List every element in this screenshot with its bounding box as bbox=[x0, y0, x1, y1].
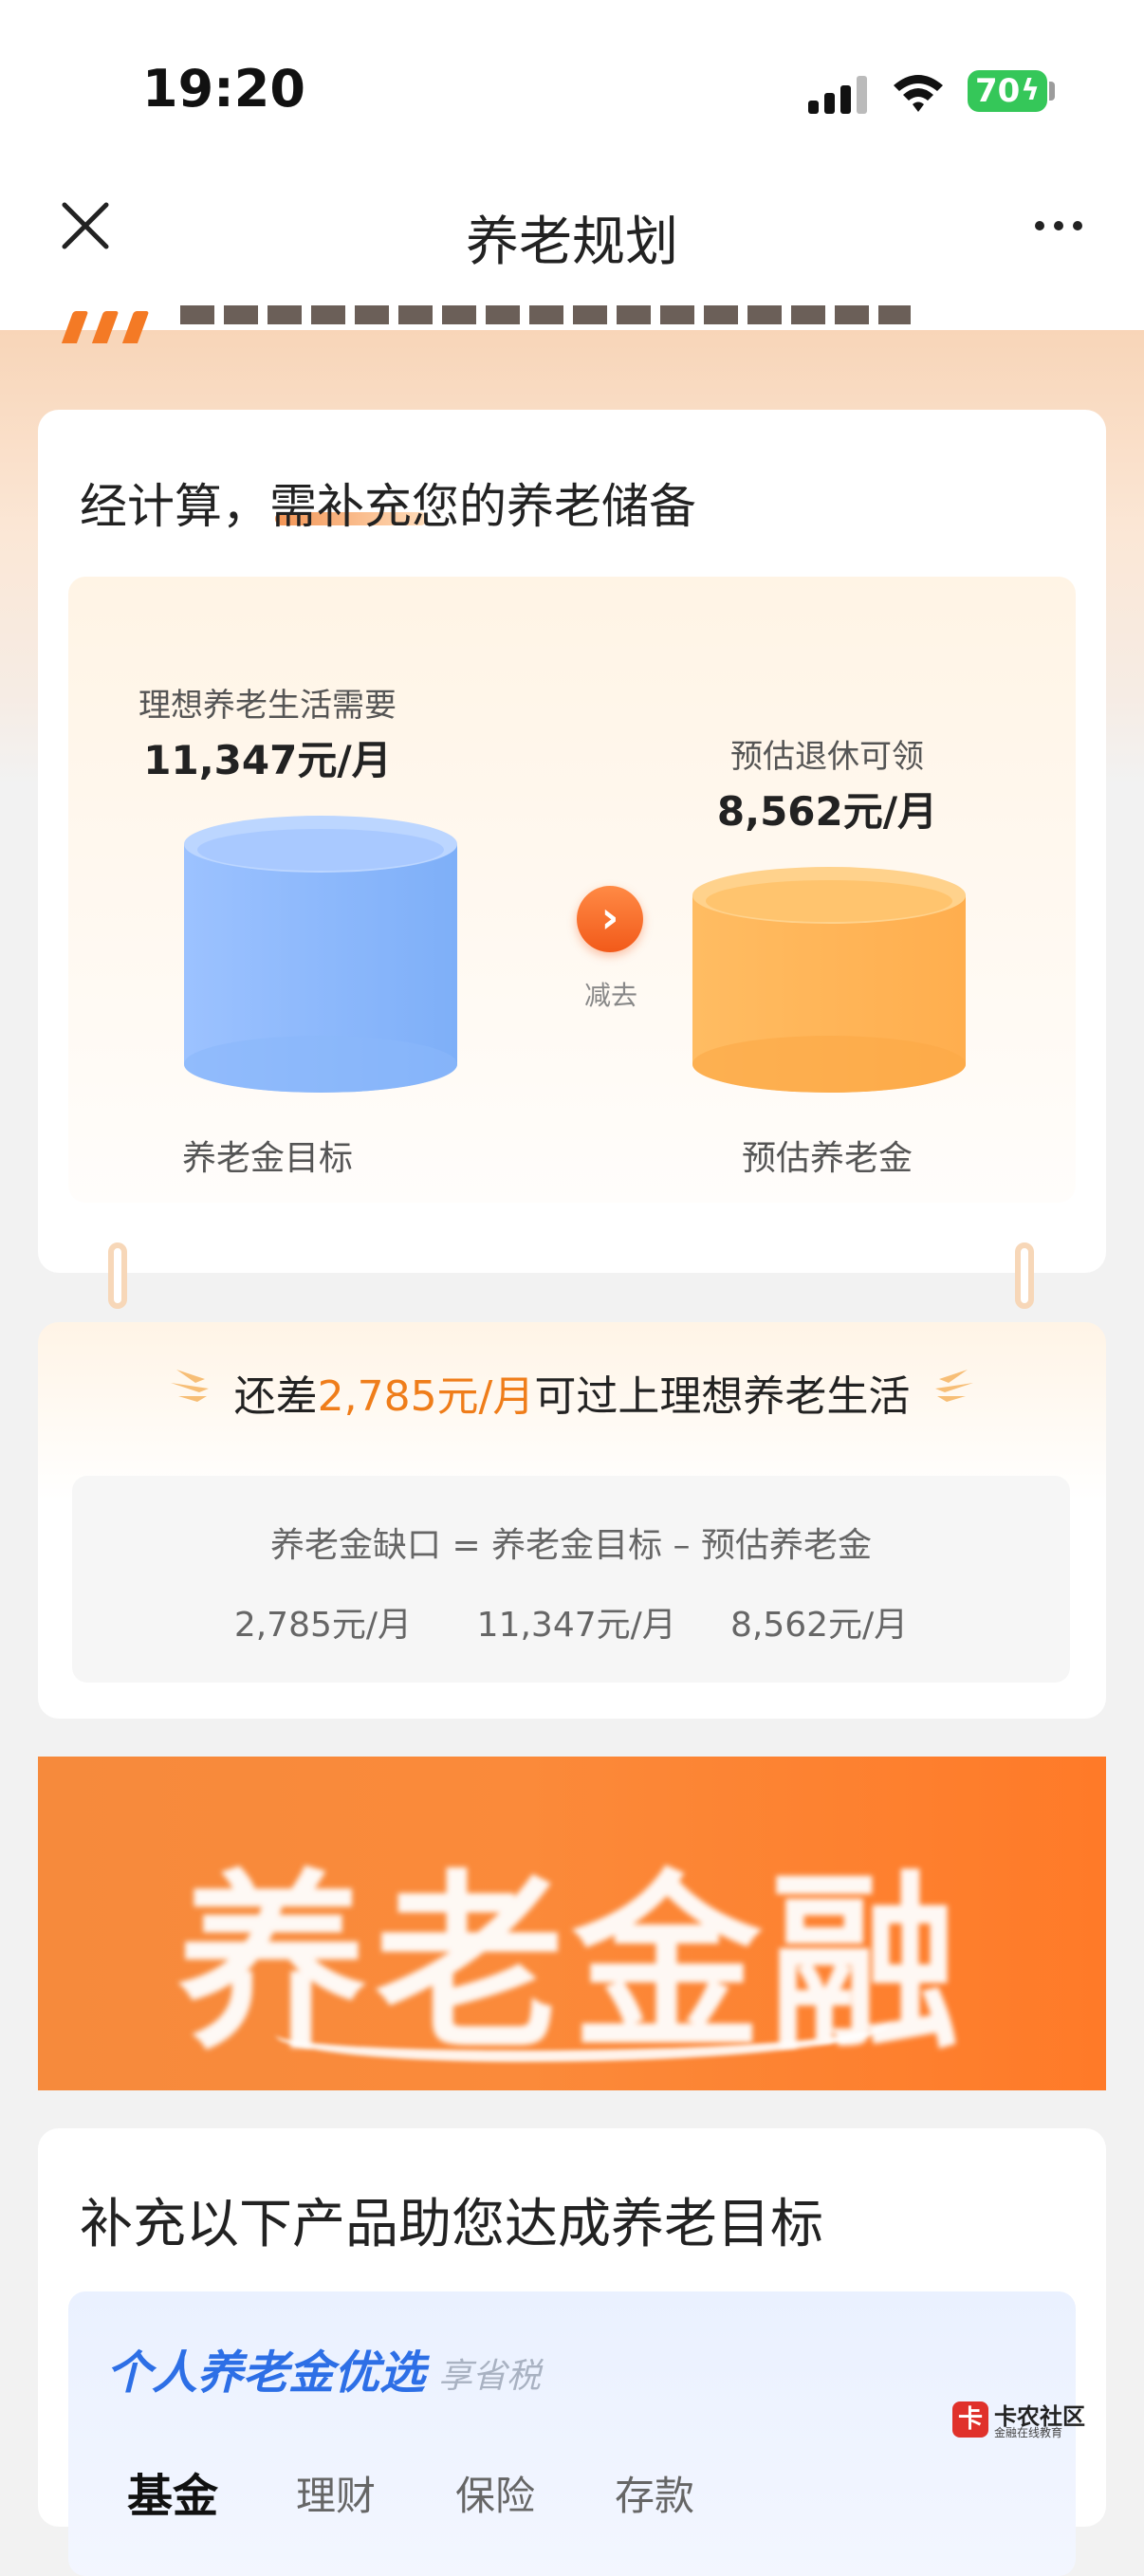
ideal-value: 11,347元/月 bbox=[143, 737, 392, 783]
page-title: 养老规划 bbox=[466, 212, 678, 273]
ideal-label: 理想养老生活需要 bbox=[138, 687, 397, 725]
card-connector-left bbox=[108, 1242, 127, 1309]
status-bar: 19:20 70 ϟ bbox=[0, 0, 1144, 180]
cellular-signal-icon bbox=[808, 74, 867, 114]
more-icon[interactable] bbox=[1032, 216, 1085, 235]
products-card: 补充以下产品助您达成养老目标 个人养老金优选 享省税 基金 理财 保险 存款 bbox=[38, 2128, 1106, 2576]
minus-arrow-icon: › bbox=[577, 886, 643, 952]
card-connector-right bbox=[1015, 1242, 1034, 1309]
comparison-panel: 理想养老生活需要 11,347元/月 预估退休可领 8,562元/月 › 减去 … bbox=[68, 577, 1076, 1203]
tab-deposit[interactable]: 存款 bbox=[615, 2464, 694, 2522]
gap-suffix: 可过上理想养老生活 bbox=[534, 1372, 911, 1421]
gap-prefix: 还差 bbox=[233, 1372, 318, 1421]
pension-cylinder bbox=[692, 867, 966, 1093]
minus-label: 减去 bbox=[583, 980, 637, 1011]
battery-icon: 70 ϟ bbox=[968, 70, 1047, 112]
status-time: 19:20 bbox=[142, 59, 305, 119]
hero-header-scrolled bbox=[57, 302, 911, 343]
products-title: 补充以下产品助您达成养老目标 bbox=[80, 2194, 823, 2255]
pension-value: 8,562元/月 bbox=[716, 788, 938, 835]
battery-level: 70 bbox=[975, 72, 1021, 110]
gap-calculation-card: 经计算，需补充您的养老储备 理想养老生活需要 11,347元/月 预估退休可领 … bbox=[38, 410, 1106, 1273]
tab-insurance[interactable]: 保险 bbox=[455, 2464, 535, 2522]
right-wing-icon bbox=[935, 1370, 973, 1402]
card-title: 经计算，需补充您的养老储备 bbox=[80, 479, 696, 534]
watermark-sub: 金融在线教育 bbox=[994, 2426, 1063, 2439]
gap-summary-card: 还差2,785元/月可过上理想养老生活 养老金缺口 = 养老金目标 – 预估养老… bbox=[38, 1322, 1106, 1719]
tab-fund[interactable]: 基金 bbox=[127, 2458, 218, 2525]
tab-wealth[interactable]: 理财 bbox=[296, 2464, 376, 2522]
watermark: 卡 卡农社区 金融在线教育 bbox=[952, 2398, 1095, 2439]
target-cylinder bbox=[184, 816, 457, 1093]
watermark-logo-icon: 卡 bbox=[952, 2401, 988, 2438]
formula-values: 2,785元/月 11,347元/月 8,562元/月 bbox=[233, 1606, 909, 1645]
gap-amount: 2,785元/月 bbox=[317, 1372, 535, 1421]
wifi-icon bbox=[894, 75, 943, 112]
pension-caption: 预估养老金 bbox=[741, 1139, 913, 1178]
personal-pension-panel: 个人养老金优选 享省税 基金 理财 保险 存款 bbox=[68, 2291, 1076, 2576]
target-caption: 养老金目标 bbox=[181, 1139, 353, 1178]
pension-label: 预估退休可领 bbox=[730, 738, 924, 776]
charging-bolt-icon: ϟ bbox=[1021, 74, 1040, 107]
section-subtitle: 享省税 bbox=[438, 2357, 542, 2396]
formula-labels: 养老金缺口 = 养老金目标 – 预估养老金 bbox=[270, 1526, 872, 1565]
pension-finance-banner[interactable]: 养老金融 bbox=[38, 1757, 1106, 2090]
section-title: 个人养老金优选 bbox=[106, 2346, 426, 2400]
battery-cap bbox=[1049, 82, 1055, 101]
formula-panel: 养老金缺口 = 养老金目标 – 预估养老金 2,785元/月 11,347元/月… bbox=[72, 1476, 1070, 1683]
